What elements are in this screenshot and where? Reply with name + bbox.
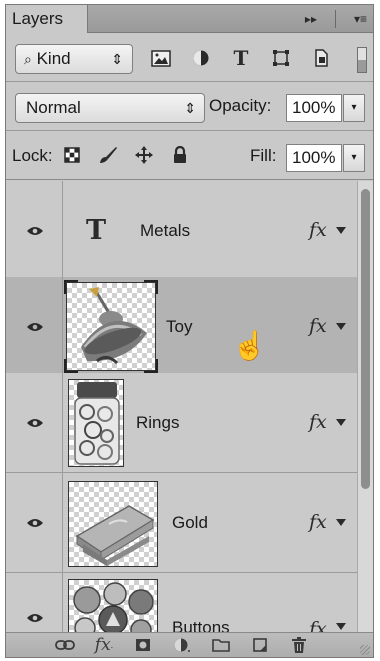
layer-name[interactable]: Gold xyxy=(172,513,208,533)
expand-effects-icon[interactable] xyxy=(336,226,346,234)
expand-effects-icon[interactable] xyxy=(336,623,346,630)
lock-row: Lock: Fill: 100% ▾ xyxy=(6,132,373,180)
layer-filter-row: ⌕ Kind ⇕ T xyxy=(6,34,373,82)
visibility-toggle[interactable] xyxy=(6,181,63,280)
layer-thumbnail[interactable] xyxy=(68,379,124,467)
expand-effects-icon[interactable] xyxy=(336,322,346,330)
add-mask-icon[interactable] xyxy=(132,635,154,655)
fill-label: Fill: xyxy=(250,146,277,165)
link-layers-icon[interactable] xyxy=(54,635,76,655)
selection-corner xyxy=(64,280,78,294)
selection-corner xyxy=(144,280,158,294)
shape-filter-icon[interactable] xyxy=(270,46,292,70)
gold-bars-image xyxy=(75,505,155,566)
opacity-field[interactable]: 100% xyxy=(286,94,342,122)
layer-row-toy[interactable]: Toy fx xyxy=(6,277,357,377)
visibility-toggle[interactable] xyxy=(6,277,63,376)
lock-icons xyxy=(62,144,190,166)
eye-icon[interactable] xyxy=(26,225,44,237)
filter-toggle-switch[interactable] xyxy=(357,47,367,73)
resize-grip[interactable] xyxy=(360,645,370,655)
eye-icon[interactable] xyxy=(26,517,44,529)
expand-effects-icon[interactable] xyxy=(336,418,346,426)
fill-field[interactable]: 100% xyxy=(286,144,342,172)
rings-jar-image xyxy=(74,382,120,465)
visibility-toggle[interactable] xyxy=(6,473,63,572)
blend-mode-select[interactable]: Normal ⇕ xyxy=(15,93,205,123)
eye-icon[interactable] xyxy=(26,612,44,624)
fill-dropdown-button[interactable]: ▾ xyxy=(343,144,365,172)
buttons-image xyxy=(73,582,154,632)
select-arrows-icon: ⇕ xyxy=(111,51,123,67)
layer-effects-icon[interactable]: fx xyxy=(309,618,327,632)
layer-name[interactable]: Rings xyxy=(136,413,179,433)
adjustment-layer-icon[interactable] xyxy=(171,635,193,655)
lock-label: Lock: xyxy=(12,146,53,165)
layer-name[interactable]: Metals xyxy=(140,221,190,241)
layer-name[interactable]: Buttons xyxy=(172,618,230,632)
layers-panel: Layers ▸▸ ▾≡ ⌕ Kind ⇕ T Normal ⇕ Opacity… xyxy=(5,4,374,658)
tab-divider xyxy=(334,10,336,28)
new-group-icon[interactable] xyxy=(210,635,232,655)
filter-kind-select[interactable]: ⌕ Kind ⇕ xyxy=(15,44,133,74)
layer-style-icon[interactable]: fx. xyxy=(93,635,115,655)
layer-row-buttons[interactable]: Buttons fx xyxy=(6,573,357,632)
new-layer-icon[interactable] xyxy=(249,635,271,655)
layer-row-rings[interactable]: Rings fx xyxy=(6,373,357,473)
visibility-toggle[interactable] xyxy=(6,573,63,632)
hand-cursor-icon: ☝ xyxy=(232,330,267,361)
layer-thumbnail[interactable] xyxy=(64,280,158,373)
selection-corner xyxy=(64,359,78,373)
search-icon: ⌕ xyxy=(24,51,32,67)
layer-thumbnail[interactable] xyxy=(68,481,158,567)
layer-effects-icon[interactable]: fx xyxy=(309,315,327,337)
layers-scrollbar[interactable] xyxy=(357,181,373,632)
opacity-label: Opacity: xyxy=(209,96,272,115)
lock-position-icon[interactable] xyxy=(134,144,154,166)
eye-icon[interactable] xyxy=(26,417,44,429)
scrollbar-thumb[interactable] xyxy=(361,189,370,489)
bottom-toolbar-icons: fx. xyxy=(54,635,310,655)
lock-image-icon[interactable] xyxy=(98,144,118,166)
panel-bottom-toolbar: fx. xyxy=(6,632,373,657)
blend-mode-value: Normal xyxy=(26,98,81,117)
collapse-panel-icon[interactable]: ▸▸ xyxy=(305,12,317,26)
blend-mode-row: Normal ⇕ Opacity: 100% ▾ xyxy=(6,83,373,131)
select-arrows-icon: ⇕ xyxy=(184,100,196,116)
lock-all-icon[interactable] xyxy=(170,144,190,166)
tab-layers[interactable]: Layers xyxy=(6,5,88,33)
layer-row-metals[interactable]: T Metals fx xyxy=(6,181,357,281)
layer-thumbnail[interactable] xyxy=(68,579,158,632)
expand-effects-icon[interactable] xyxy=(336,518,346,526)
selection-corner xyxy=(144,359,158,373)
layers-list: T Metals fx Toy fx Rings fx Gold fx Butt… xyxy=(6,181,357,632)
eye-icon[interactable] xyxy=(26,321,44,333)
lock-transparent-icon[interactable] xyxy=(62,144,82,166)
filter-icons: T xyxy=(150,46,332,70)
layer-effects-icon[interactable]: fx xyxy=(309,411,327,433)
delete-layer-icon[interactable] xyxy=(288,635,310,655)
tab-bar-controls: ▸▸ ▾≡ xyxy=(305,5,367,33)
type-layer-icon: T xyxy=(86,214,107,246)
opacity-dropdown-button[interactable]: ▾ xyxy=(343,94,365,122)
visibility-toggle[interactable] xyxy=(6,373,63,472)
layer-row-gold[interactable]: Gold fx xyxy=(6,473,357,573)
adjustment-filter-icon[interactable] xyxy=(190,46,212,70)
panel-tab-bar: Layers ▸▸ ▾≡ xyxy=(6,5,373,33)
pixel-filter-icon[interactable] xyxy=(150,46,172,70)
layer-effects-icon[interactable]: fx xyxy=(309,219,327,241)
type-filter-icon[interactable]: T xyxy=(230,46,252,70)
layer-name[interactable]: Toy xyxy=(166,317,192,337)
smart-object-filter-icon[interactable] xyxy=(310,46,332,70)
filter-kind-label: Kind xyxy=(36,49,71,68)
layer-effects-icon[interactable]: fx xyxy=(309,511,327,533)
panel-menu-icon[interactable]: ▾≡ xyxy=(354,12,367,26)
